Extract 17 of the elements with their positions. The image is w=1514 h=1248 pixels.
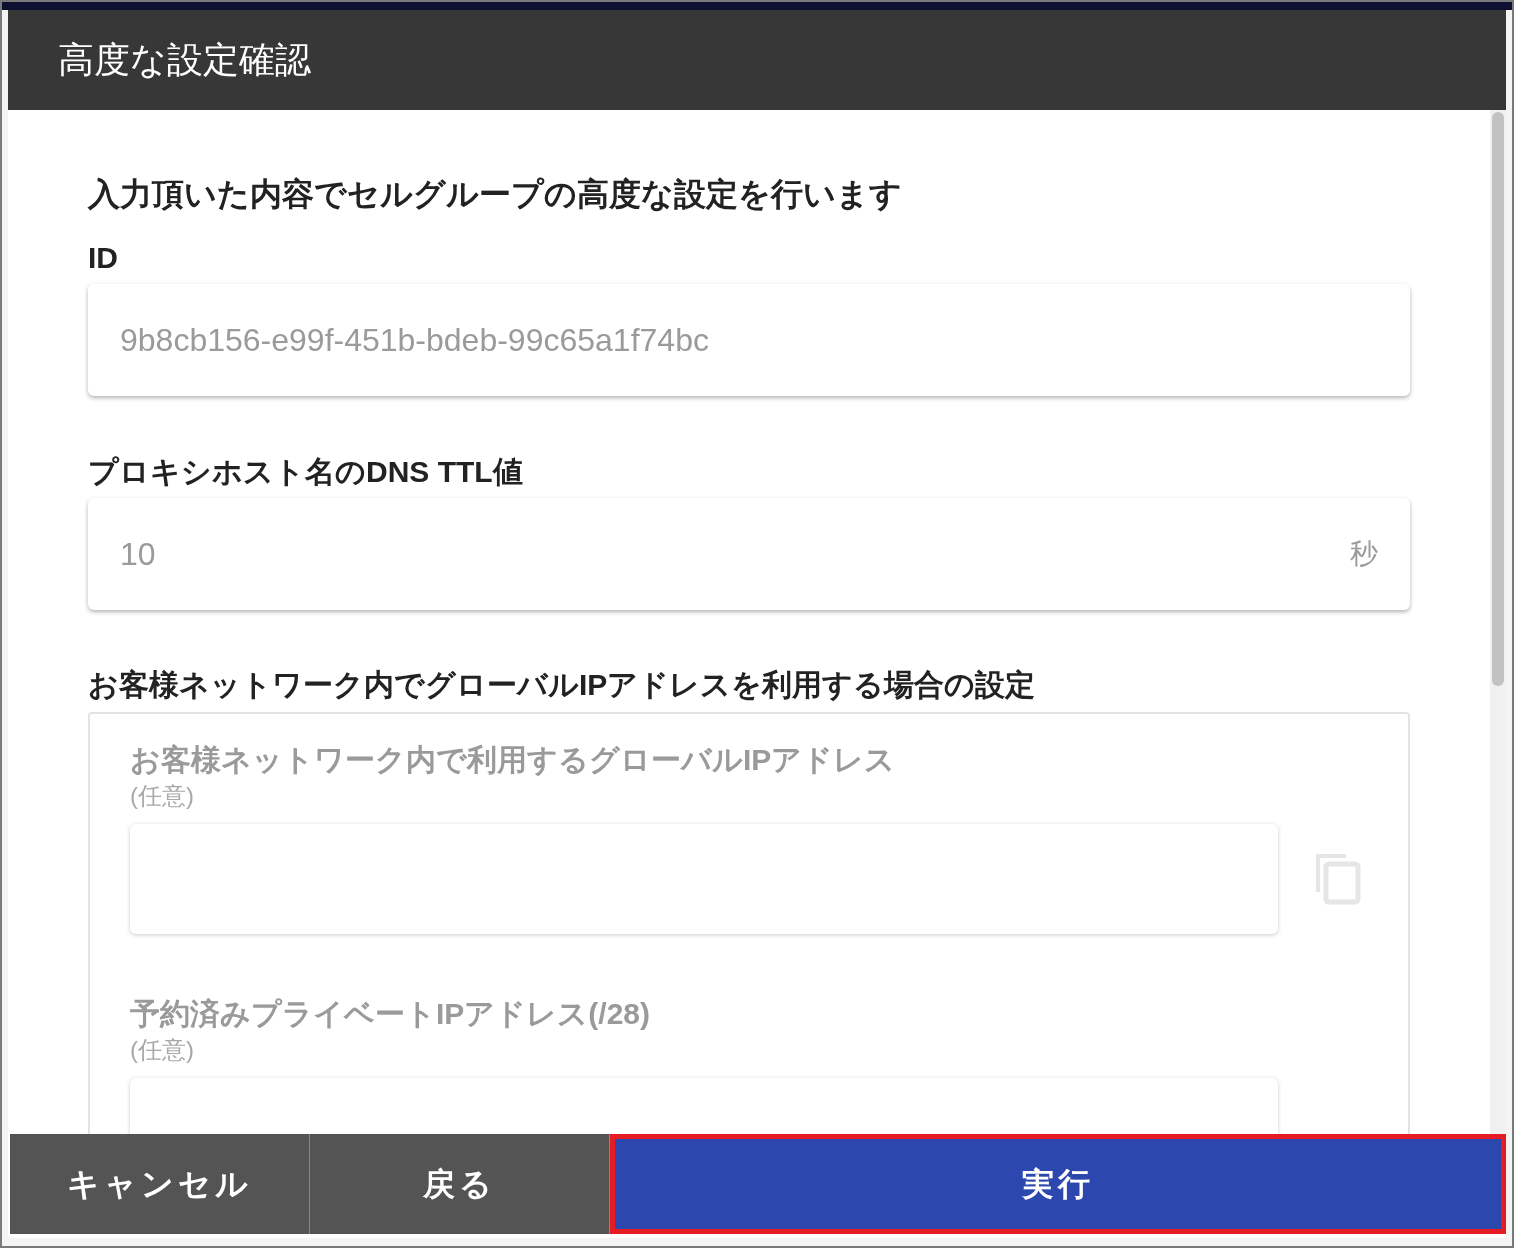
hint-text: (任意)	[130, 1035, 195, 1065]
copy-icon[interactable]	[1314, 852, 1362, 906]
dialog-title: 高度な設定確認	[58, 38, 311, 82]
unit-label: 秒	[1350, 537, 1378, 571]
section-title: お客様ネットワーク内でグローバルIPアドレスを利用する場合の設定	[88, 667, 1037, 703]
dialog-button[interactable]: キャンセル	[10, 1134, 310, 1234]
field-label: ID	[88, 240, 119, 276]
dialog-button[interactable]: 戻る	[310, 1134, 610, 1234]
field-label: 予約済みプライベートIPアドレス(/28)	[130, 996, 652, 1032]
hint-text: (任意)	[130, 781, 195, 811]
input-field[interactable]	[130, 824, 1278, 934]
dialog-button[interactable]: 実行	[610, 1134, 1506, 1234]
field-label: プロキシホスト名のDNS TTL値	[88, 454, 524, 490]
intro-text: 入力頂いた内容でセルグループの高度な設定を行います	[88, 175, 903, 214]
field-value: 9b8cb156-e99f-451b-bdeb-99c65a1f74bc	[120, 321, 709, 360]
field-value: 10	[120, 535, 156, 574]
field-label: お客様ネットワーク内で利用するグローバルIPアドレス	[130, 742, 897, 778]
